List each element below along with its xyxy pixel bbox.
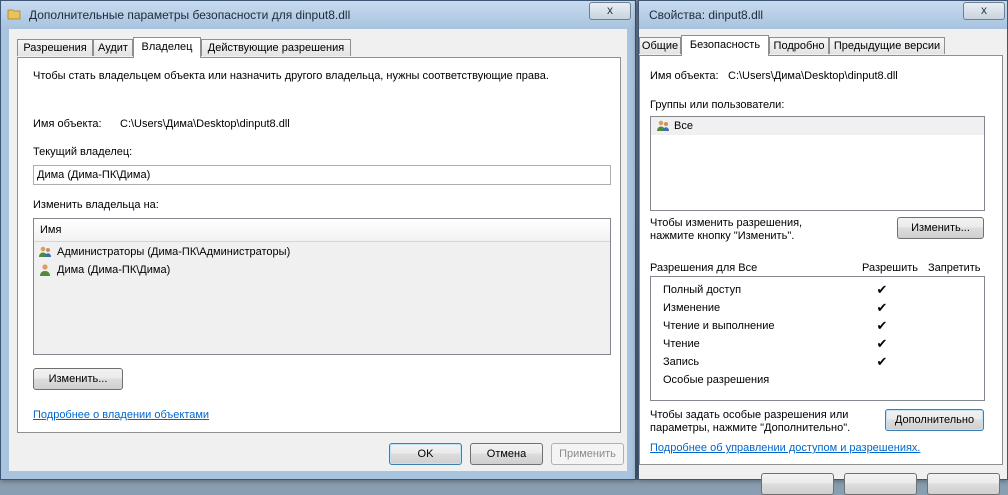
cancel-button[interactable]: Отмена [470, 443, 543, 465]
list-item[interactable]: Все [651, 117, 984, 135]
access-control-help-link[interactable]: Подробнее об управлении доступом и разре… [650, 442, 920, 454]
current-owner-field[interactable]: Дима (Дима-ПК\Дима) [33, 165, 611, 185]
ok-button[interactable]: OK [389, 443, 462, 465]
check-icon: ✔ [876, 300, 888, 315]
folder-icon [7, 9, 21, 20]
owner-tab-panel: Чтобы стать владельцем объекта или назна… [17, 57, 621, 433]
properties-window: Свойства: dinput8.dll x Общие Безопаснос… [638, 0, 1008, 495]
current-owner-label: Текущий владелец: [33, 146, 133, 158]
groups-label: Группы или пользователи: [650, 99, 785, 111]
object-name-label: Имя объекта: [650, 70, 719, 82]
apply-button[interactable]: Применить [551, 443, 624, 465]
list-item-name: Администраторы (Дима-ПК\Администраторы) [57, 246, 291, 258]
list-item-name: Все [674, 120, 693, 132]
owner-info-text: Чтобы стать владельцем объекта или назна… [33, 70, 549, 82]
change-hint-text: Чтобы изменить разрешения, нажмите кнопк… [650, 217, 803, 242]
tab-permissions[interactable]: Разрешения [17, 39, 93, 56]
check-icon: ✔ [876, 318, 888, 333]
bottom-button[interactable] [844, 473, 917, 495]
tab-audit[interactable]: Аудит [93, 39, 133, 56]
change-owner-button[interactable]: Изменить... [33, 368, 123, 390]
list-header[interactable]: Имя [34, 219, 610, 242]
permission-name: Чтение и выполнение [663, 320, 775, 332]
object-name-label: Имя объекта: [33, 118, 102, 130]
close-button[interactable]: x [963, 2, 1005, 20]
security-tab-panel: Имя объекта: C:\Users\Дима\Desktop\dinpu… [639, 55, 1003, 465]
list-item-name: Дима (Дима-ПК\Дима) [57, 264, 171, 276]
tab-security[interactable]: Безопасность [681, 35, 769, 56]
close-icon: x [607, 3, 613, 17]
advanced-security-window: Дополнительные параметры безопасности дл… [0, 0, 636, 480]
tab-strip: Общие Безопасность Подробно Предыдущие в… [639, 35, 1007, 56]
advanced-button[interactable]: Дополнительно [885, 409, 984, 431]
permissions-label: Разрешения для Все [650, 262, 758, 274]
user-icon [40, 264, 50, 276]
bottom-button[interactable] [761, 473, 834, 495]
tab-effective-permissions[interactable]: Действующие разрешения [201, 39, 351, 56]
permission-name: Чтение [663, 338, 700, 350]
owner-candidates-list[interactable]: Имя Администраторы (Дима-ПК\Администрато… [33, 218, 611, 355]
check-icon: ✔ [876, 336, 888, 351]
list-item[interactable]: Дима (Дима-ПК\Дима) [34, 261, 610, 279]
advanced-hint-text: Чтобы задать особые разрешения или парам… [650, 409, 851, 434]
tab-previous-versions[interactable]: Предыдущие версии [829, 37, 945, 54]
change-owner-label: Изменить владельца на: [33, 199, 159, 211]
object-name-value: C:\Users\Дима\Desktop\dinput8.dll [728, 70, 898, 82]
advanced-security-client: Разрешения Аудит Владелец Действующие ра… [9, 29, 627, 471]
window-title: Свойства: dinput8.dll [649, 8, 764, 22]
deny-header: Запретить [928, 262, 981, 274]
permission-name: Особые разрешения [663, 374, 770, 386]
close-icon: x [981, 3, 987, 17]
group-icon [657, 120, 669, 131]
properties-client: Общие Безопасность Подробно Предыдущие в… [639, 29, 1007, 495]
group-icon [39, 246, 51, 257]
owner-help-link[interactable]: Подробнее о владении объектами [33, 409, 209, 421]
list-item[interactable]: Администраторы (Дима-ПК\Администраторы) [34, 243, 610, 261]
groups-list[interactable]: Все [650, 116, 985, 211]
object-name-value: C:\Users\Дима\Desktop\dinput8.dll [120, 118, 290, 130]
allow-header: Разрешить [862, 262, 918, 274]
window-title: Дополнительные параметры безопасности дл… [29, 8, 351, 22]
check-icon: ✔ [876, 282, 888, 297]
permission-name: Полный доступ [663, 284, 742, 296]
check-icon: ✔ [876, 354, 888, 369]
permission-name: Запись [663, 356, 700, 368]
bottom-button[interactable] [927, 473, 1000, 495]
permission-name: Изменение [663, 302, 721, 314]
properties-titlebar[interactable]: Свойства: dinput8.dll x [639, 1, 1007, 29]
tab-general[interactable]: Общие [639, 37, 681, 54]
column-name-header: Имя [40, 224, 62, 236]
tab-details[interactable]: Подробно [769, 37, 829, 54]
tab-strip: Разрешения Аудит Владелец Действующие ра… [17, 37, 617, 58]
tab-owner[interactable]: Владелец [133, 37, 201, 58]
change-permissions-button[interactable]: Изменить... [897, 217, 984, 239]
close-button[interactable]: x [589, 2, 631, 20]
advanced-security-titlebar[interactable]: Дополнительные параметры безопасности дл… [1, 1, 635, 29]
permissions-list[interactable]: Полный доступ ✔ Изменение ✔ Чтение и вып… [650, 276, 985, 401]
